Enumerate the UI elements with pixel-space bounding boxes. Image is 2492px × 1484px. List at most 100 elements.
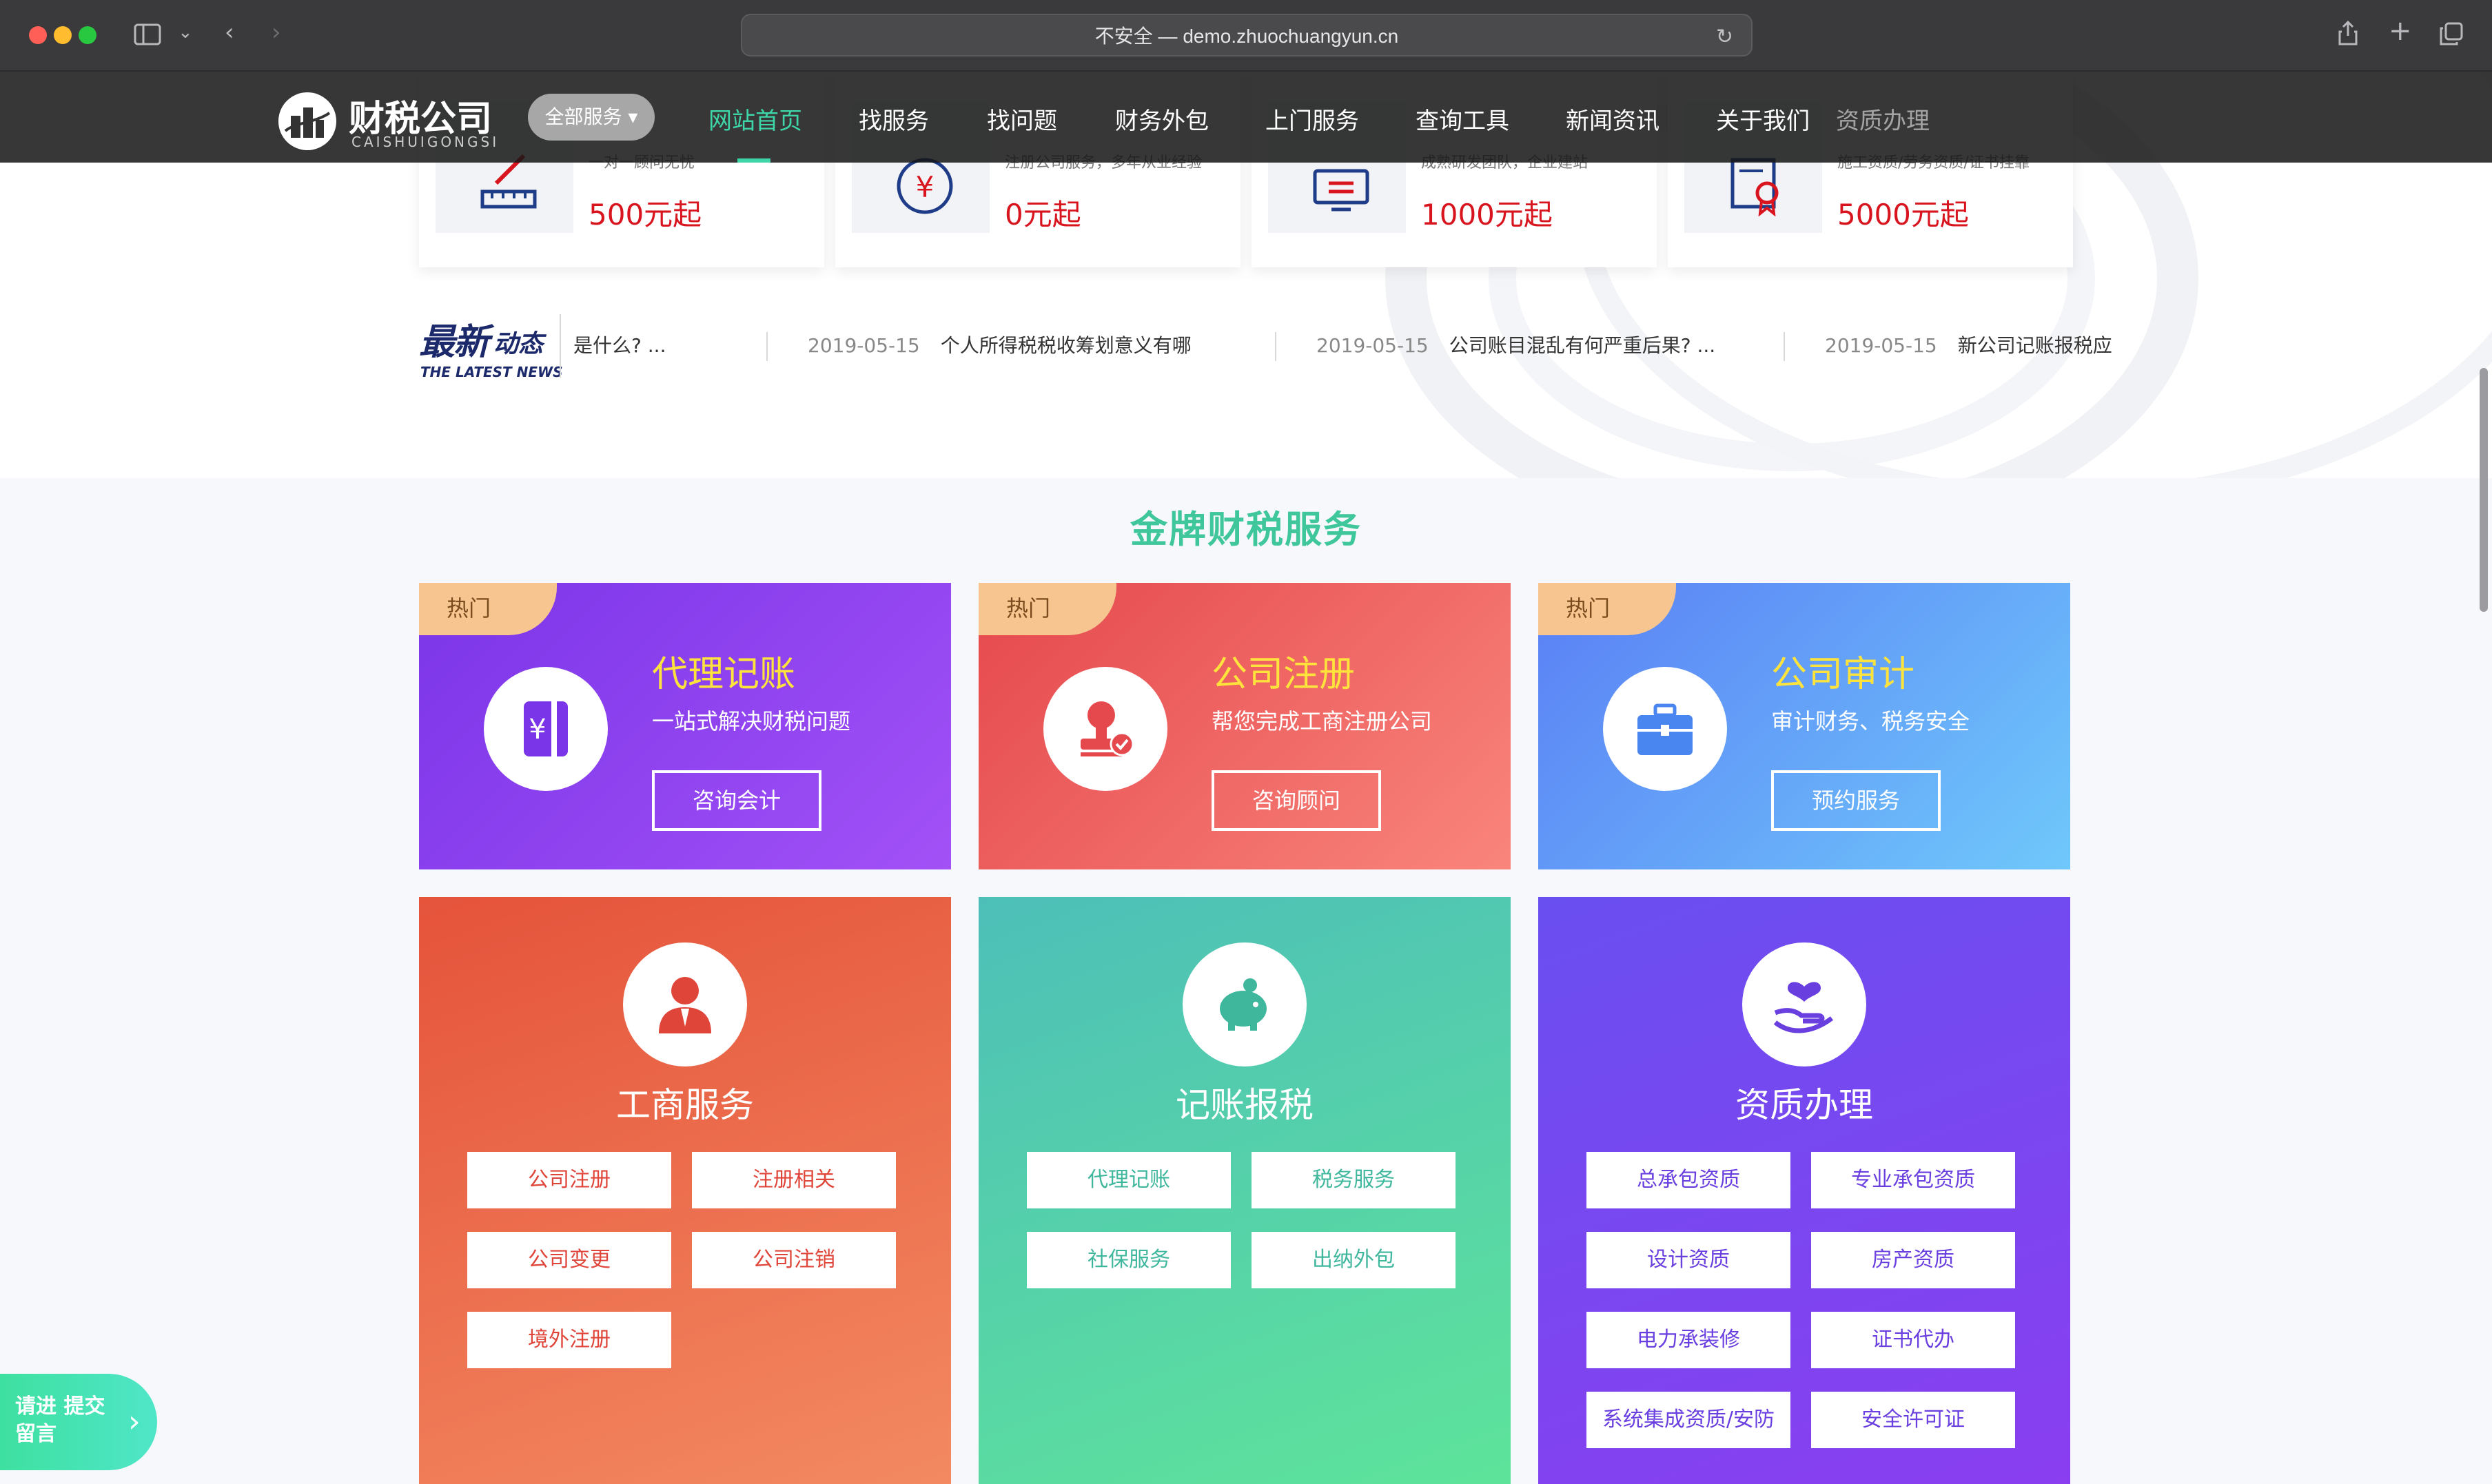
category-card-qualification: 资质办理 总承包资质 专业承包资质 设计资质 房产资质 电力承装修 证书代办 系…	[1538, 897, 2070, 1484]
browser-toolbar: ⌄ ‹ › 不安全 — demo.zhuochuangyun.cn ↻ +	[0, 0, 2492, 72]
news-item[interactable]: 是什么? ...	[573, 331, 666, 358]
maximize-window-button[interactable]	[79, 26, 96, 44]
category-button[interactable]: 税务服务	[1252, 1152, 1456, 1208]
category-button[interactable]: 出纳外包	[1252, 1232, 1456, 1288]
chevron-right-icon: ›	[128, 1404, 141, 1439]
all-services-dropdown[interactable]: 全部服务 ▾	[528, 94, 655, 141]
category-button[interactable]: 代理记账	[1027, 1152, 1231, 1208]
news-date: 2019-05-15	[1316, 334, 1429, 357]
active-nav-indicator	[737, 158, 770, 163]
category-button[interactable]: 社保服务	[1027, 1232, 1231, 1288]
divider	[560, 314, 561, 378]
category-button[interactable]: 证书代办	[1811, 1312, 2015, 1368]
divider	[766, 332, 768, 361]
divider	[1784, 332, 1785, 361]
category-card-tax: 记账报税 代理记账 税务服务 社保服务 出纳外包	[979, 897, 1511, 1484]
site-logo[interactable]: 财税公司 CAISHUIGONGSI	[278, 87, 506, 153]
nav-item-find-service[interactable]: 找服务	[859, 102, 929, 136]
news-logo-big: 最新	[419, 322, 489, 363]
category-button[interactable]: 公司变更	[467, 1232, 671, 1288]
category-button[interactable]: 房产资质	[1811, 1232, 2015, 1288]
category-button[interactable]: 专业承包资质	[1811, 1152, 2015, 1208]
svg-text:¥: ¥	[916, 170, 935, 204]
feedback-button[interactable]: 请进 提交留言 ›	[0, 1374, 157, 1470]
book-service-button[interactable]: 预约服务	[1771, 770, 1941, 831]
promo-card-bookkeeping[interactable]: 热门 ¥ 代理记账 一站式解决财税问题 咨询会计	[419, 583, 951, 869]
hot-badge: 热门	[1538, 583, 1676, 635]
heart-hand-icon	[1773, 982, 1834, 1033]
product-price: 500元起	[589, 198, 702, 231]
news-item[interactable]: 2019-05-15 公司账目混乱有何严重后果? ...	[1316, 331, 1715, 358]
nav-item-onsite[interactable]: 上门服务	[1265, 102, 1359, 136]
page-content: 一对一顾问无忧 500元起 ¥ 注册公司服务，多年从业经验 0元起 成熟研发团队…	[0, 72, 2492, 1484]
piggy-bank-icon	[1220, 978, 1267, 1031]
nav-item-outsourcing[interactable]: 财务外包	[1115, 102, 1209, 136]
category-button[interactable]: 安全许可证	[1811, 1392, 2015, 1448]
briefcase-icon	[1637, 703, 1693, 755]
nav-item-about[interactable]: 关于我们	[1716, 102, 1810, 136]
promo-title: 公司审计	[1771, 654, 1915, 695]
category-icon-circle	[623, 942, 747, 1066]
minimize-window-button[interactable]	[54, 26, 72, 44]
news-title: 新公司记账报税应	[1957, 334, 2112, 357]
promo-subtitle: 一站式解决财税问题	[652, 708, 851, 734]
building-icon	[284, 107, 331, 138]
news-title: 个人所得税税收筹划意义有哪	[940, 334, 1192, 357]
category-title: 资质办理	[1735, 1085, 1873, 1125]
news-logo-en: THE LATEST NEWS	[420, 364, 563, 380]
share-icon[interactable]	[2338, 20, 2358, 50]
ledger-icon: ¥	[524, 701, 568, 756]
promo-subtitle: 审计财务、税务安全	[1771, 708, 1970, 734]
category-title: 记账报税	[1176, 1085, 1314, 1125]
product-price: 5000元起	[1837, 198, 1969, 231]
news-item[interactable]: 2019-05-15 个人所得税税收筹划意义有哪	[808, 331, 1192, 358]
category-button[interactable]: 设计资质	[1586, 1232, 1790, 1288]
product-price: 0元起	[1005, 198, 1081, 231]
new-tab-icon[interactable]: +	[2389, 17, 2412, 45]
promo-card-audit[interactable]: 热门 公司审计 审计财务、税务安全 预约服务	[1538, 583, 2070, 869]
category-icon-circle	[1183, 942, 1307, 1066]
tabs-overview-icon[interactable]	[2440, 22, 2463, 50]
nav-item-news[interactable]: 新闻资讯	[1566, 102, 1659, 136]
scrollbar[interactable]	[2480, 368, 2488, 612]
nav-item-find-question[interactable]: 找问题	[987, 102, 1057, 136]
consult-accountant-button[interactable]: 咨询会计	[652, 770, 821, 831]
feedback-label: 请进 提交留言	[15, 1394, 105, 1446]
section-title: 金牌财税服务	[1130, 508, 1362, 551]
category-title: 工商服务	[616, 1085, 754, 1125]
category-button[interactable]: 境外注册	[467, 1312, 671, 1368]
chevron-down-icon[interactable]: ⌄	[178, 21, 193, 44]
sidebar-toggle-icon[interactable]	[134, 23, 161, 50]
category-button[interactable]: 系统集成资质/安防	[1586, 1392, 1790, 1448]
category-icon-circle	[1742, 942, 1866, 1066]
promo-title: 代理记账	[652, 654, 796, 695]
news-logo-small: 动态	[493, 330, 544, 358]
stamp-icon	[1081, 701, 1134, 756]
category-button[interactable]: 公司注册	[467, 1152, 671, 1208]
category-button[interactable]: 总承包资质	[1586, 1152, 1790, 1208]
person-suit-icon	[659, 977, 711, 1033]
logo-subtitle: CAISHUIGONGSI	[351, 134, 500, 150]
latest-news-logo: 最新 动态 THE LATEST NEWS	[419, 313, 564, 389]
reload-icon[interactable]: ↻	[1716, 25, 1733, 49]
category-button[interactable]: 电力承装修	[1586, 1312, 1790, 1368]
top-navigation: 财税公司 CAISHUIGONGSI 全部服务 ▾ 网站首页 找服务 找问题 财…	[0, 72, 2492, 163]
consult-advisor-button[interactable]: 咨询顾问	[1212, 770, 1381, 831]
promo-subtitle: 帮您完成工商注册公司	[1212, 708, 1433, 734]
news-item[interactable]: 2019-05-15 新公司记账报税应	[1825, 331, 2112, 358]
back-icon[interactable]: ‹	[225, 21, 234, 44]
nav-item-tools[interactable]: 查询工具	[1416, 102, 1509, 136]
address-bar[interactable]: 不安全 — demo.zhuochuangyun.cn ↻	[741, 14, 1753, 56]
promo-card-registration[interactable]: 热门 公司注册 帮您完成工商注册公司 咨询顾问	[979, 583, 1511, 869]
forward-icon[interactable]: ›	[272, 21, 281, 44]
nav-item-qualification[interactable]: 资质办理	[1836, 102, 1930, 136]
url-text: 不安全 — demo.zhuochuangyun.cn	[1094, 25, 1399, 47]
category-button[interactable]: 注册相关	[692, 1152, 896, 1208]
news-date: 2019-05-15	[1825, 334, 1937, 357]
close-window-button[interactable]	[29, 26, 47, 44]
nav-item-home[interactable]: 网站首页	[708, 102, 802, 136]
category-button[interactable]: 公司注销	[692, 1232, 896, 1288]
promo-title: 公司注册	[1212, 654, 1356, 695]
promo-icon-circle	[1043, 667, 1167, 791]
hot-badge: 热门	[979, 583, 1116, 635]
